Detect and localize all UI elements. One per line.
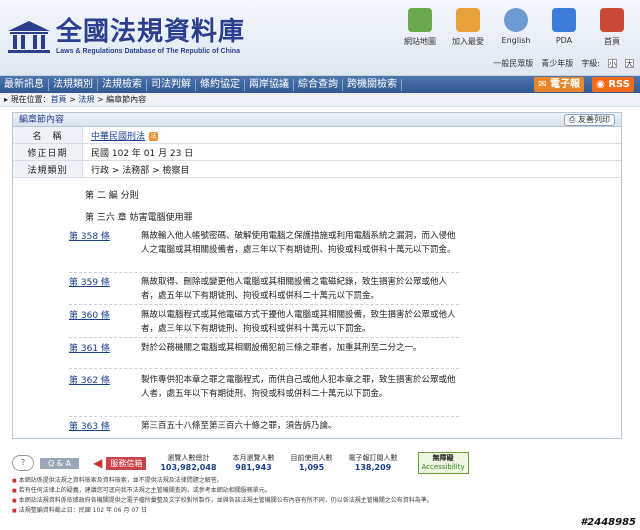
article-link[interactable]: 第 359 條 bbox=[69, 275, 129, 288]
watermark: #2448985 bbox=[580, 517, 636, 528]
law-name-row: 名 稱 中華民國刑法法 bbox=[13, 127, 621, 144]
law-category-label: 法規類別 bbox=[13, 161, 83, 177]
amend-date-value: 民國 102 年 01 月 23 日 bbox=[91, 148, 194, 159]
sitemap-link[interactable]: 網站地圖 bbox=[396, 8, 444, 47]
home-link[interactable]: 首頁 bbox=[588, 8, 636, 47]
footer-note: 本網站法規資料係依據政府各機關提供之電子檔所彙整及文字校對所製作，並與各該法規主… bbox=[12, 496, 622, 506]
article-item: 第 360 條 無故以電腦程式或其他電磁方式干擾他人電腦或其相關設備，致生損害於… bbox=[69, 308, 459, 338]
article-text: 無故輸入他人帳號密碼、破解使用電腦之保護措施或利用電腦系統之漏洞，而入侵他人之電… bbox=[141, 231, 456, 255]
general-version-link[interactable]: 一般民眾版 bbox=[493, 58, 533, 69]
nav-cross-agency[interactable]: 跨機關檢索 bbox=[343, 78, 402, 91]
panel-header: 編章節內容 ⎙ 友善列印 bbox=[13, 113, 621, 127]
qa-button[interactable]: Q & A bbox=[40, 457, 80, 469]
article-text: 對於公務機關之電腦或其相關設備犯前三條之罪者，加重其刑至二分之一。 bbox=[141, 343, 422, 353]
main-nav: 最新訊息 法規類別 法規檢索 司法判解 條約協定 兩岸協議 綜合查詢 跨機關檢索… bbox=[0, 76, 640, 93]
footer-bar: ? Q & A ◀ 服務信箱 瀏覽人數總計 103,982,048 本月瀏覽人數 9… bbox=[12, 452, 622, 474]
article-text: 製作專供犯本章之罪之電腦程式，而供自己或他人犯本章之罪，致生損害於公眾或他人者，… bbox=[141, 375, 456, 399]
font-large-button[interactable]: 大 bbox=[625, 59, 634, 68]
panel-title: 編章節內容 bbox=[19, 115, 65, 125]
article-link[interactable]: 第 361 條 bbox=[69, 341, 129, 354]
rss-button[interactable]: ◉ RSS bbox=[592, 77, 634, 92]
stat-online: 目前使用人數 1,095 bbox=[290, 454, 333, 472]
law-name-link[interactable]: 中華民國刑法 bbox=[91, 132, 145, 142]
article-link[interactable]: 第 358 條 bbox=[69, 229, 129, 242]
amend-date-label: 修正日期 bbox=[13, 144, 83, 160]
footer-note: 本網站係提供法規之資料檢索及資料檢索，並不提供法規及法律問題之解答。 bbox=[12, 476, 622, 486]
article-item: 第 359 條 無故取得、刪除或變更他人電腦或其相關設備之電磁紀錄，致生損害於公… bbox=[69, 275, 459, 305]
nav-law-search[interactable]: 法規檢索 bbox=[98, 78, 147, 91]
epaper-button[interactable]: ✉ 電子報 bbox=[534, 77, 585, 92]
nav-law-categories[interactable]: 法規類別 bbox=[49, 78, 98, 91]
print-icon: ⎙ bbox=[569, 115, 578, 124]
favorite-icon bbox=[456, 8, 480, 32]
breadcrumb-laws[interactable]: 法規 bbox=[78, 95, 94, 104]
pda-link[interactable]: PDA bbox=[540, 8, 588, 47]
amend-date-row: 修正日期 民國 102 年 01 月 23 日 bbox=[13, 144, 621, 161]
article-item: 第 363 條 第三百五十八條至第三百六十條之罪，須告訴乃論。 bbox=[69, 419, 459, 435]
part-heading: 第 二 編 分則 bbox=[85, 191, 139, 201]
nav-cross-strait[interactable]: 兩岸協議 bbox=[245, 78, 294, 91]
law-category-row: 法規類別 行政 > 法務部 > 檢察目 bbox=[13, 161, 621, 178]
accessibility-badge[interactable]: 無障礙 Accessibility bbox=[417, 452, 469, 474]
article-text: 無故以電腦程式或其他電磁方式干擾他人電腦或其相關設備，致生損害於公眾或他人者，處… bbox=[141, 310, 456, 334]
pda-icon bbox=[552, 8, 576, 32]
nav-general-query[interactable]: 綜合查詢 bbox=[294, 78, 343, 91]
top-icon-bar: 網站地圖 加入最愛 English PDA 首頁 bbox=[396, 8, 636, 47]
article-text: 無故取得、刪除或變更他人電腦或其相關設備之電磁紀錄，致生損害於公眾或他人者，處五… bbox=[141, 277, 448, 301]
font-small-button[interactable]: 小 bbox=[608, 59, 617, 68]
sitemap-icon bbox=[408, 8, 432, 32]
rss-icon: ◉ bbox=[596, 79, 609, 90]
article-link[interactable]: 第 362 條 bbox=[69, 373, 129, 386]
nav-judicial[interactable]: 司法判解 bbox=[147, 78, 196, 91]
site-subtitle: Laws & Regulations Database of The Repub… bbox=[56, 48, 240, 55]
envelope-icon: ✉ bbox=[538, 79, 551, 90]
stat-month: 本月瀏覽人數 981,943 bbox=[232, 454, 275, 472]
article-text: 第三百五十八條至第三百六十條之罪，須告訴乃論。 bbox=[141, 421, 337, 431]
site-title: 全國法規資料庫 bbox=[56, 17, 246, 47]
nav-treaties[interactable]: 條約協定 bbox=[196, 78, 245, 91]
breadcrumb: ▸ 現在位置：首頁 > 法規 > 編章節內容 bbox=[0, 93, 640, 107]
law-tag-icon[interactable]: 法 bbox=[149, 131, 159, 141]
stat-subscribers: 電子報訂閱人數 138,209 bbox=[348, 454, 398, 472]
qa-icon: ? bbox=[12, 455, 34, 471]
law-category-value: 行政 > 法務部 > 檢察目 bbox=[91, 165, 190, 176]
youth-version-link[interactable]: 青少年版 bbox=[541, 58, 573, 69]
megaphone-icon: ◀ bbox=[93, 456, 103, 470]
favorite-link[interactable]: 加入最愛 bbox=[444, 8, 492, 47]
article-item: 第 361 條 對於公務機關之電腦或其相關設備犯前三條之罪者，加重其刑至二分之一… bbox=[69, 341, 459, 369]
site-header: 全國法規資料庫 Laws & Regulations Database of T… bbox=[0, 0, 640, 76]
footer-note: 法規整編資料截止日：民國 102 年 06 月 07 日 bbox=[12, 506, 622, 516]
english-link[interactable]: English bbox=[492, 8, 540, 47]
article-link[interactable]: 第 360 條 bbox=[69, 308, 129, 321]
footer-note: 若有任何法律上的疑義，建議您可逕向我市法規之主管機關查詢，或參考本網站相關服務單… bbox=[12, 486, 622, 496]
article-item: 第 358 條 無故輸入他人帳號密碼、破解使用電腦之保護措施或利用電腦系統之漏洞… bbox=[69, 229, 459, 273]
home-icon bbox=[600, 8, 624, 32]
service-mailbox-button[interactable]: 服務信箱 bbox=[106, 456, 147, 470]
site-logo[interactable]: 全國法規資料庫 Laws & Regulations Database of T… bbox=[6, 18, 245, 55]
english-icon bbox=[504, 8, 528, 32]
content-panel: 編章節內容 ⎙ 友善列印 名 稱 中華民國刑法法 修正日期 民國 102 年 0… bbox=[12, 112, 622, 439]
version-links: 一般民眾版 青少年版 字級: 小 大 bbox=[493, 58, 634, 69]
article-item: 第 362 條 製作專供犯本章之罪之電腦程式，而供自己或他人犯本章之罪，致生損害… bbox=[69, 373, 459, 417]
courthouse-icon bbox=[8, 20, 50, 53]
law-name-label: 名 稱 bbox=[13, 127, 83, 143]
breadcrumb-home[interactable]: 首頁 bbox=[51, 95, 67, 104]
chapter-heading: 第 三六 章 妨害電腦使用罪 bbox=[85, 213, 193, 223]
font-size-label: 字級: bbox=[581, 59, 600, 68]
breadcrumb-current: 編章節內容 bbox=[106, 95, 147, 104]
stat-total: 瀏覽人數總計 103,982,048 bbox=[160, 454, 217, 472]
print-button[interactable]: ⎙ 友善列印 bbox=[564, 114, 615, 126]
article-link[interactable]: 第 363 條 bbox=[69, 419, 129, 432]
footer-notes: 本網站係提供法規之資料檢索及資料檢索，並不提供法規及法律問題之解答。 若有任何法… bbox=[12, 476, 622, 516]
nav-latest-news[interactable]: 最新訊息 bbox=[0, 78, 49, 91]
